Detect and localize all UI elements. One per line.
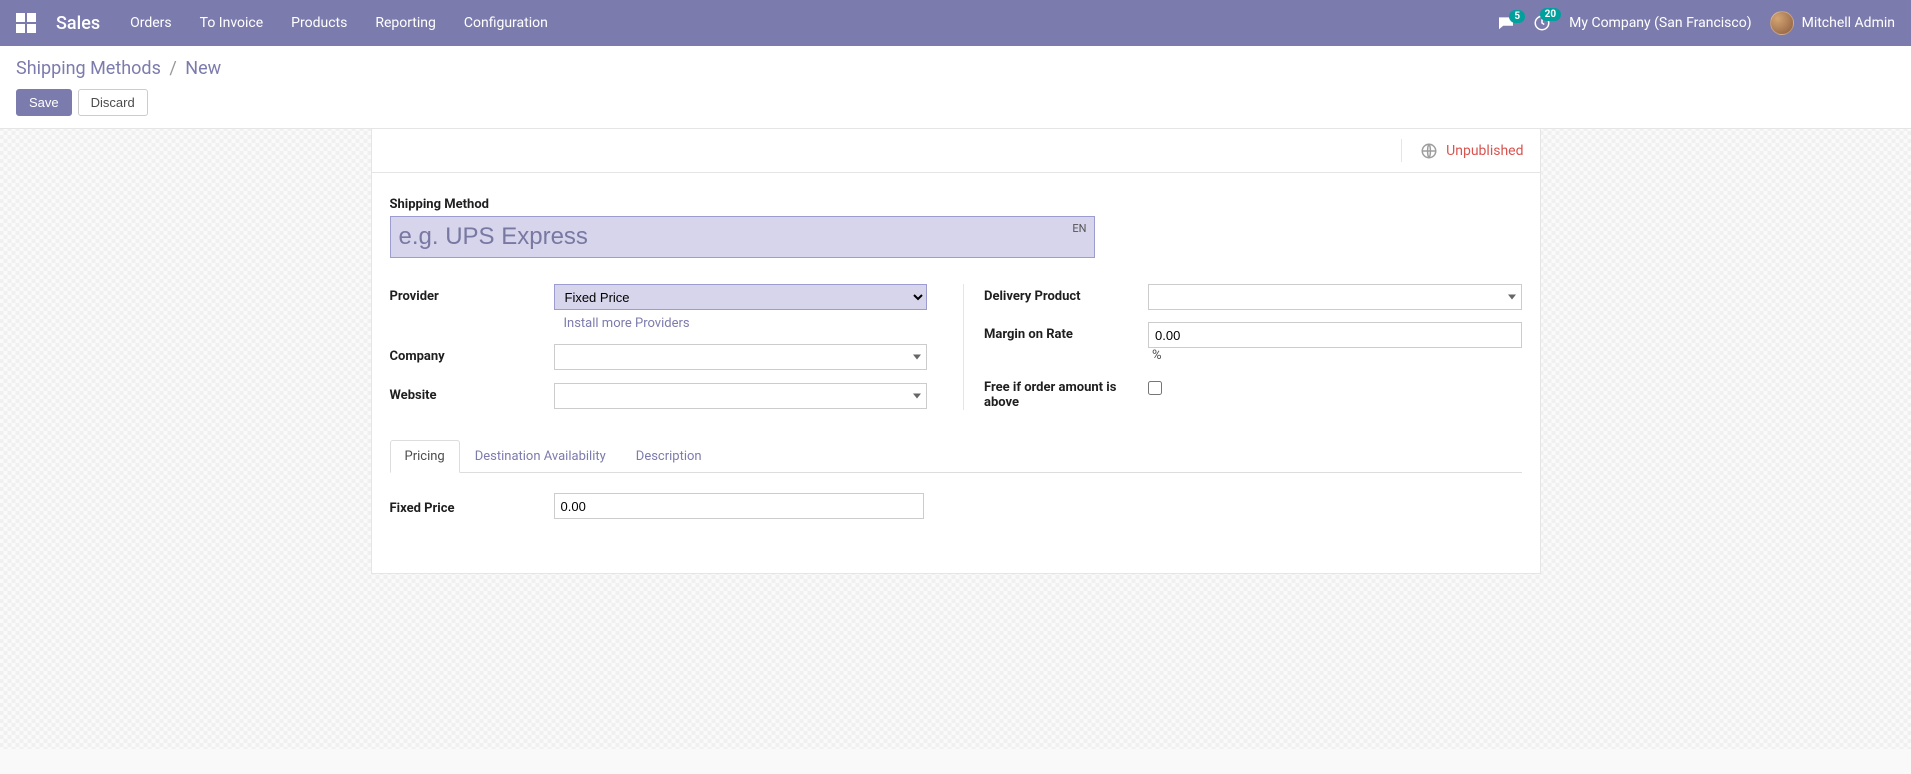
form-col-right: Delivery Product Margin on Rate % Free i… [963,284,1522,410]
activities-button[interactable]: 20 [1533,14,1551,32]
unpublished-label: Unpublished [1446,143,1523,159]
publish-toggle[interactable]: Unpublished [1401,139,1523,162]
nav-menu: Orders To Invoice Products Reporting Con… [130,15,548,31]
content-area: Unpublished Shipping Method EN Provider … [0,129,1911,749]
free-above-checkbox[interactable] [1148,381,1162,395]
fixed-price-input[interactable] [554,493,924,519]
avatar [1770,11,1794,35]
fixed-price-label: Fixed Price [390,496,550,516]
form-columns: Provider Fixed Price Install more Provid… [390,284,1522,410]
margin-input[interactable] [1148,322,1522,348]
nav-reporting[interactable]: Reporting [375,15,436,31]
tab-pricing[interactable]: Pricing [390,440,460,473]
title-label: Shipping Method [390,197,1522,212]
navbar: Sales Orders To Invoice Products Reporti… [0,0,1911,46]
margin-label: Margin on Rate [984,322,1144,342]
company-switcher[interactable]: My Company (San Francisco) [1569,15,1751,31]
discard-button[interactable]: Discard [78,89,148,116]
shipping-method-input[interactable] [390,216,1095,258]
free-above-label: Free if order amount is above [984,375,1144,410]
messages-badge: 5 [1509,10,1525,23]
fixed-price-row: Fixed Price [390,493,1522,519]
save-button[interactable]: Save [16,89,72,116]
tab-content: Fixed Price [390,473,1522,549]
form-col-left: Provider Fixed Price Install more Provid… [390,284,964,410]
control-panel: Shipping Methods / New Save Discard [0,46,1911,129]
activities-badge: 20 [1540,8,1561,21]
breadcrumb-sep: / [169,58,176,79]
tabs: Pricing Destination Availability Descrip… [390,440,1522,473]
tab-destination-availability[interactable]: Destination Availability [460,440,621,473]
breadcrumb-parent[interactable]: Shipping Methods [16,58,161,79]
breadcrumb-current: New [185,58,221,79]
breadcrumb: Shipping Methods / New [16,58,1895,79]
navbar-left: Sales Orders To Invoice Products Reporti… [16,13,548,34]
nav-orders[interactable]: Orders [130,15,172,31]
lang-indicator[interactable]: EN [1072,222,1086,235]
messages-button[interactable]: 5 [1497,16,1515,30]
delivery-product-input[interactable] [1148,284,1522,310]
delivery-product-label: Delivery Product [984,284,1144,304]
website-input[interactable] [554,383,928,409]
provider-select[interactable]: Fixed Price [554,284,928,310]
navbar-right: 5 20 My Company (San Francisco) Mitchell… [1497,11,1895,35]
sheet-body: Shipping Method EN Provider Fixed Price … [372,173,1540,573]
globe-icon [1420,142,1438,160]
app-name[interactable]: Sales [56,13,100,34]
website-label: Website [390,383,550,403]
company-label: Company [390,344,550,364]
install-providers-link[interactable]: Install more Providers [554,316,690,331]
statusbar: Unpublished [372,129,1540,173]
title-input-wrap: EN [390,216,1095,258]
tab-description[interactable]: Description [621,440,717,473]
company-input[interactable] [554,344,928,370]
margin-unit: % [1152,348,1162,363]
cp-buttons: Save Discard [16,89,1895,116]
user-menu[interactable]: Mitchell Admin [1770,11,1895,35]
nav-to-invoice[interactable]: To Invoice [200,15,264,31]
provider-label: Provider [390,284,550,304]
user-name: Mitchell Admin [1802,15,1895,31]
nav-configuration[interactable]: Configuration [464,15,548,31]
nav-products[interactable]: Products [291,15,347,31]
form-sheet: Unpublished Shipping Method EN Provider … [371,129,1541,574]
apps-icon[interactable] [16,13,36,33]
